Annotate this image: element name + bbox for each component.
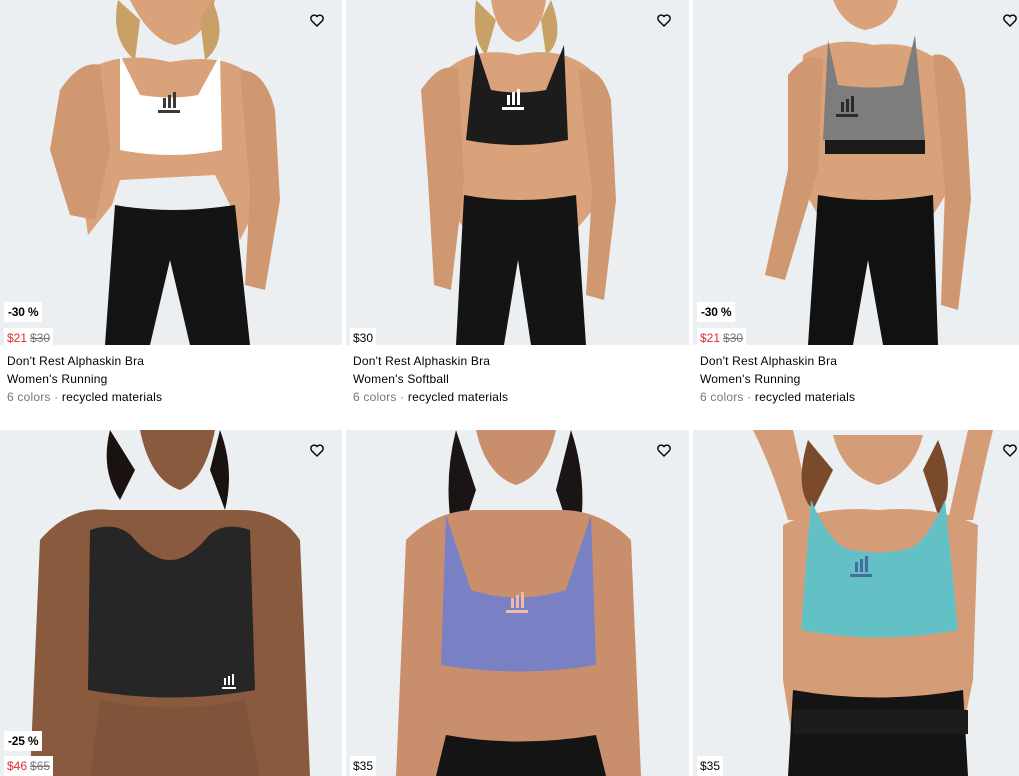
heart-outline-icon[interactable] xyxy=(310,14,326,30)
sale-price: $21 xyxy=(700,331,721,345)
product-name[interactable]: Don't Rest Alphaskin Bra xyxy=(353,352,508,370)
heart-outline-icon[interactable] xyxy=(657,14,673,30)
product-image[interactable]: -30 % $21 $30 xyxy=(0,0,342,345)
product-tag: recycled materials xyxy=(407,390,509,404)
product-category: Women's Running xyxy=(700,372,801,386)
sale-price: $21 xyxy=(7,331,28,345)
price-tag: $30 xyxy=(350,328,377,345)
color-count: 6 colors xyxy=(700,390,744,404)
product-category: Women's Softball xyxy=(353,372,449,386)
model-figure xyxy=(753,430,993,776)
regular-price: $30 xyxy=(353,331,374,345)
price-tag: $21 $30 xyxy=(697,328,747,345)
original-price: $30 xyxy=(723,331,744,345)
product-grid: -30 % $21 $30 Don't Rest Alphaskin Bra Wo… xyxy=(0,0,1019,776)
product-image[interactable]: $30 xyxy=(346,0,689,345)
product-meta: 6 colors · recycled materials xyxy=(7,390,163,404)
model-figure xyxy=(421,0,616,345)
price-tag: $46 $65 xyxy=(4,756,54,776)
heart-outline-icon[interactable] xyxy=(1003,14,1019,30)
discount-badge: -30 % xyxy=(4,302,43,322)
product-image[interactable]: -30 % $21 $30 xyxy=(693,0,1019,345)
price-tag: $35 xyxy=(350,756,377,776)
product-meta: 6 colors · recycled materials xyxy=(353,390,509,404)
product-image[interactable]: $35 xyxy=(693,430,1019,776)
model-figure xyxy=(396,430,641,776)
price-tag: $35 xyxy=(697,756,724,776)
model-figure xyxy=(765,0,971,345)
price-tag: $21 $30 xyxy=(4,328,54,345)
color-count: 6 colors xyxy=(7,390,51,404)
product-card[interactable]: -25 % $46 $65 xyxy=(0,430,342,776)
color-count: 6 colors xyxy=(353,390,397,404)
product-name[interactable]: Don't Rest Alphaskin Bra xyxy=(700,352,855,370)
model-figure xyxy=(50,0,280,345)
product-tag: recycled materials xyxy=(754,390,856,404)
discount-badge: -30 % xyxy=(697,302,736,322)
product-tag: recycled materials xyxy=(61,390,163,404)
product-info: Don't Rest Alphaskin Bra Women's Running… xyxy=(700,352,855,406)
original-price: $65 xyxy=(30,759,51,773)
product-card[interactable]: -30 % $21 $30 Don't Rest Alphaskin Bra Wo… xyxy=(693,0,1019,420)
heart-outline-icon[interactable] xyxy=(657,444,673,460)
product-card[interactable]: -30 % $21 $30 Don't Rest Alphaskin Bra Wo… xyxy=(0,0,342,420)
product-card[interactable]: $35 xyxy=(346,430,689,776)
product-info: Don't Rest Alphaskin Bra Women's Running… xyxy=(7,352,162,406)
discount-badge: -25 % xyxy=(4,731,43,751)
heart-outline-icon[interactable] xyxy=(1003,444,1019,460)
product-info: Don't Rest Alphaskin Bra Women's Softbal… xyxy=(353,352,508,406)
product-image[interactable]: $35 xyxy=(346,430,689,776)
sale-price: $46 xyxy=(7,759,28,773)
product-category: Women's Running xyxy=(7,372,108,386)
product-name[interactable]: Don't Rest Alphaskin Bra xyxy=(7,352,162,370)
regular-price: $35 xyxy=(700,759,721,773)
original-price: $30 xyxy=(30,331,51,345)
regular-price: $35 xyxy=(353,759,374,773)
heart-outline-icon[interactable] xyxy=(310,444,326,460)
product-meta: 6 colors · recycled materials xyxy=(700,390,856,404)
product-card[interactable]: $35 xyxy=(693,430,1019,776)
product-card[interactable]: $30 Don't Rest Alphaskin Bra Women's Sof… xyxy=(346,0,689,420)
model-figure xyxy=(30,430,310,776)
product-image[interactable]: -25 % $46 $65 xyxy=(0,430,342,776)
